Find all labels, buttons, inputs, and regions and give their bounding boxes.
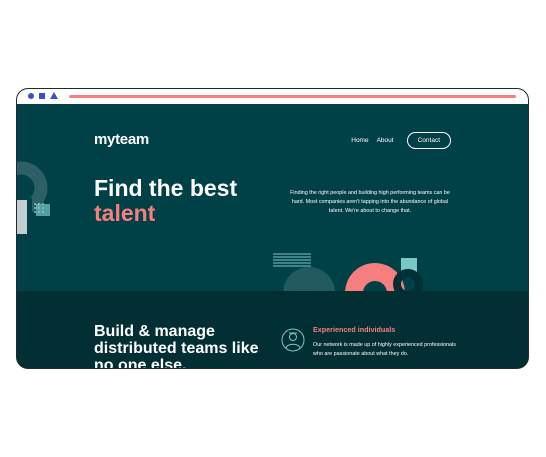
hero-headline-line1: Find the best <box>94 175 238 201</box>
bottom-decoration <box>273 253 423 291</box>
contact-button[interactable]: Contact <box>406 132 451 149</box>
feature-title: Experienced individuals <box>313 325 396 334</box>
hero-section: myteam Home About Contact Find the best … <box>17 104 528 291</box>
website: myteam Home About Contact Find the best … <box>17 104 528 368</box>
feature-description: Our network is made up of highly experie… <box>313 342 456 357</box>
nav-about[interactable]: About <box>377 137 394 144</box>
triangle-icon <box>50 92 58 99</box>
circle-icon <box>28 93 34 99</box>
features-title: Build & manage distributed teams like no… <box>94 323 259 368</box>
left-block-decoration <box>17 200 50 234</box>
browser-window: myteam Home About Contact Find the best … <box>16 88 529 369</box>
logo[interactable]: myteam <box>94 131 149 148</box>
person-icon <box>281 328 305 352</box>
main-nav: Home About Contact <box>351 132 451 149</box>
address-bar[interactable] <box>69 95 516 98</box>
hero-headline-line2: talent <box>94 200 156 226</box>
nav-home[interactable]: Home <box>351 137 368 144</box>
square-icon <box>39 93 45 99</box>
hero-description: Finding the right people and building hi… <box>290 190 450 214</box>
features-section: Build & manage distributed teams like no… <box>17 291 528 368</box>
hero-headline: Find the best talent <box>94 176 237 226</box>
browser-toolbar <box>17 89 528 105</box>
